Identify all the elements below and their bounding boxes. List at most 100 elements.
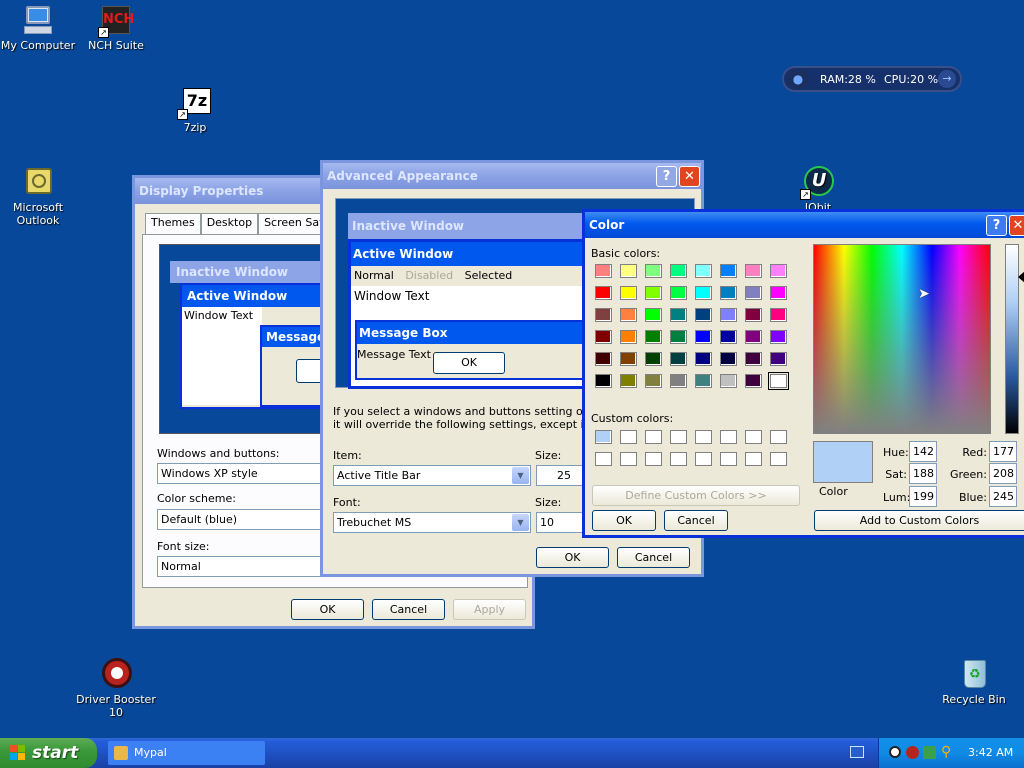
desktop-icon-my-computer[interactable]: My Computer	[0, 4, 78, 52]
tab-desktop[interactable]: Desktop	[200, 213, 259, 234]
define-custom-colors-button[interactable]: Define Custom Colors >>	[592, 485, 800, 506]
desktop-icon-iobit[interactable]: U ↗ IObit	[778, 166, 858, 214]
custom-color-swatch[interactable]	[695, 430, 712, 444]
custom-color-swatch[interactable]	[645, 430, 662, 444]
basic-color-swatch[interactable]	[595, 352, 612, 366]
chevron-down-icon[interactable]: ▼	[512, 467, 529, 484]
custom-color-swatch[interactable]	[770, 430, 787, 444]
custom-color-swatch[interactable]	[620, 452, 637, 466]
basic-color-swatch[interactable]	[695, 308, 712, 322]
basic-color-swatch[interactable]	[720, 374, 737, 388]
color-dialog[interactable]: Color ? ✕ Basic colors: Custom colors: D…	[582, 209, 1024, 538]
tab-themes[interactable]: Themes	[145, 213, 201, 234]
chevron-down-icon[interactable]: ▼	[512, 514, 529, 531]
basic-color-swatch[interactable]	[620, 374, 637, 388]
system-monitor-widget[interactable]: ● RAM:28 % CPU:20 % →	[782, 66, 962, 92]
close-icon[interactable]: ✕	[1009, 215, 1024, 236]
close-icon[interactable]: ✕	[679, 166, 700, 187]
cancel-button[interactable]: Cancel	[617, 547, 690, 568]
basic-color-swatch[interactable]	[670, 264, 687, 278]
desktop-icon-outlook[interactable]: Microsoft Outlook	[0, 166, 78, 227]
basic-color-swatch[interactable]	[745, 352, 762, 366]
taskbar-item-mypal[interactable]: Mypal	[108, 741, 265, 765]
lum-input[interactable]: 199	[909, 486, 937, 507]
basic-color-swatch[interactable]	[695, 374, 712, 388]
basic-color-swatch[interactable]	[695, 264, 712, 278]
cancel-button[interactable]: Cancel	[664, 510, 728, 531]
basic-color-swatch[interactable]	[745, 286, 762, 300]
apply-button[interactable]: Apply	[453, 599, 526, 620]
basic-color-swatch[interactable]	[695, 330, 712, 344]
basic-color-swatch[interactable]	[670, 286, 687, 300]
help-icon[interactable]: ?	[656, 166, 677, 187]
desktop-icon-7zip[interactable]: 7z ↗ 7zip	[155, 86, 235, 134]
basic-color-swatch[interactable]	[595, 330, 612, 344]
window-title[interactable]: Color	[585, 212, 1024, 238]
custom-color-swatch[interactable]	[670, 430, 687, 444]
basic-color-swatch[interactable]	[645, 264, 662, 278]
custom-color-swatch[interactable]	[770, 452, 787, 466]
basic-color-swatch[interactable]	[595, 308, 612, 322]
luminance-slider[interactable]	[1005, 244, 1019, 434]
add-to-custom-colors-button[interactable]: Add to Custom Colors	[814, 510, 1024, 531]
red-input[interactable]: 177	[989, 441, 1017, 462]
basic-color-swatch[interactable]	[620, 308, 637, 322]
basic-color-swatch[interactable]	[745, 330, 762, 344]
basic-color-swatch[interactable]	[720, 330, 737, 344]
search-icon[interactable]: ⚲	[941, 744, 951, 760]
basic-color-swatch[interactable]	[670, 308, 687, 322]
sat-input[interactable]: 188	[909, 463, 937, 484]
color-scheme-select[interactable]: Default (blue)	[157, 509, 327, 530]
color-spectrum[interactable]: ➤	[813, 244, 991, 434]
basic-color-swatch[interactable]	[720, 308, 737, 322]
item-select[interactable]: Active Title Bar ▼	[333, 465, 531, 486]
font-size-select[interactable]: Normal	[157, 556, 327, 577]
basic-color-swatch[interactable]	[745, 308, 762, 322]
basic-color-swatch[interactable]	[595, 374, 612, 388]
custom-color-swatch[interactable]	[645, 452, 662, 466]
basic-color-swatch[interactable]	[595, 286, 612, 300]
window-title[interactable]: Advanced Appearance	[323, 163, 701, 189]
basic-color-swatch[interactable]	[745, 264, 762, 278]
luminance-arrow-icon[interactable]	[1018, 271, 1024, 283]
basic-color-swatch[interactable]	[720, 264, 737, 278]
custom-color-swatch[interactable]	[745, 452, 762, 466]
basic-color-swatch[interactable]	[770, 308, 787, 322]
ok-button[interactable]: OK	[536, 547, 609, 568]
desktop-icon-recycle-bin[interactable]: ♻ Recycle Bin	[934, 658, 1014, 706]
start-button[interactable]: start	[0, 738, 97, 768]
basic-color-swatch[interactable]	[720, 352, 737, 366]
basic-color-swatch[interactable]	[620, 264, 637, 278]
basic-color-swatch[interactable]	[768, 372, 789, 390]
keyboard-icon[interactable]	[850, 746, 864, 758]
desktop-icon-nch-suite[interactable]: NCH ↗ NCH Suite	[76, 4, 156, 52]
basic-color-swatch[interactable]	[670, 330, 687, 344]
network-icon[interactable]	[923, 746, 936, 759]
clock[interactable]: 3:42 AM	[968, 746, 1013, 759]
font-select[interactable]: Trebuchet MS ▼	[333, 512, 531, 533]
basic-color-swatch[interactable]	[745, 374, 762, 388]
help-icon[interactable]: ?	[986, 215, 1007, 236]
cancel-button[interactable]: Cancel	[372, 599, 445, 620]
basic-color-swatch[interactable]	[620, 352, 637, 366]
basic-color-swatch[interactable]	[770, 330, 787, 344]
hue-input[interactable]: 142	[909, 441, 937, 462]
basic-color-swatch[interactable]	[645, 286, 662, 300]
basic-color-swatch[interactable]	[695, 286, 712, 300]
custom-color-swatch[interactable]	[620, 430, 637, 444]
basic-color-swatch[interactable]	[645, 374, 662, 388]
basic-color-swatch[interactable]	[720, 286, 737, 300]
custom-color-swatch[interactable]	[595, 452, 612, 466]
basic-color-swatch[interactable]	[670, 352, 687, 366]
tray-app-icon[interactable]	[889, 746, 901, 758]
windows-buttons-select[interactable]: Windows XP style	[157, 463, 327, 484]
ok-button[interactable]: OK	[291, 599, 364, 620]
basic-color-swatch[interactable]	[695, 352, 712, 366]
driver-booster-tray-icon[interactable]	[906, 746, 919, 759]
ok-button[interactable]: OK	[592, 510, 656, 531]
custom-color-swatch[interactable]	[595, 430, 612, 444]
basic-color-swatch[interactable]	[645, 330, 662, 344]
custom-color-swatch[interactable]	[670, 452, 687, 466]
basic-color-swatch[interactable]	[620, 330, 637, 344]
basic-color-swatch[interactable]	[645, 308, 662, 322]
